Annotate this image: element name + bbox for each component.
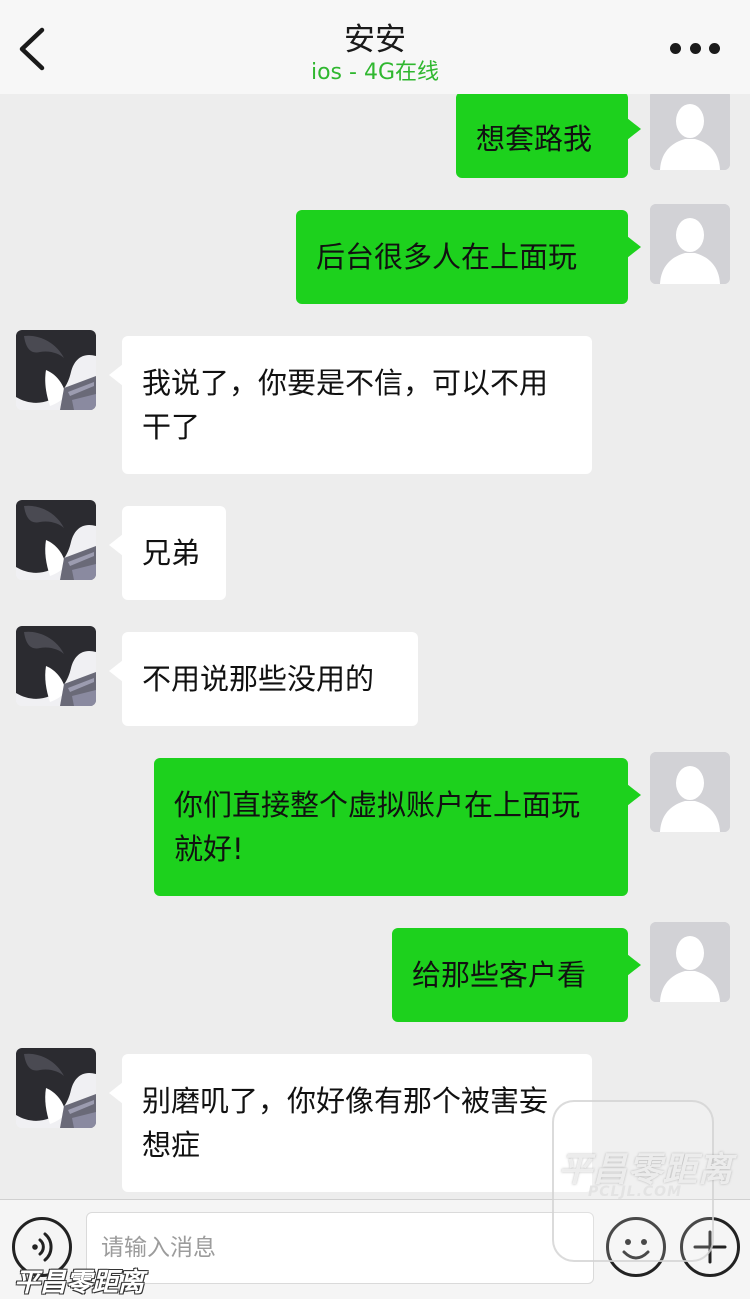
message-bubble[interactable]: 后台很多人在上面玩 <box>296 210 641 304</box>
user-avatar-icon[interactable] <box>650 204 730 284</box>
friend-avatar-icon[interactable] <box>16 500 96 580</box>
friend-avatar-icon[interactable] <box>16 330 96 410</box>
user-avatar-icon[interactable] <box>650 90 730 170</box>
message-bubble[interactable]: 不用说那些没用的 <box>109 632 418 726</box>
navigation-bar: 安安 ios - 4G在线 <box>0 0 750 94</box>
message-input[interactable] <box>86 1212 594 1284</box>
message-bubble[interactable]: 兄弟 <box>109 506 226 600</box>
watermark-text: 平昌零距离 <box>14 1268 145 1298</box>
message-bubble[interactable]: 给那些客户看 <box>392 928 641 1022</box>
friend-avatar-icon[interactable] <box>16 626 96 706</box>
message-bubble[interactable]: 我说了，你要是不信，可以不用干了 <box>109 336 592 474</box>
message-bubble[interactable]: 想套路我 <box>456 92 641 178</box>
user-avatar-icon[interactable] <box>650 752 730 832</box>
user-avatar-icon[interactable] <box>650 922 730 1002</box>
chat-title: 安安 <box>344 22 406 58</box>
watermark-url: PCLJL.COM <box>588 1184 683 1200</box>
online-status: ios - 4G在线 <box>310 60 439 85</box>
chat-area[interactable]: 想套路我 后台很多人在上面玩 我说了，你要是不信，可以不用干了 兄弟 不用说那些… <box>0 0 750 1199</box>
friend-avatar-icon[interactable] <box>16 1048 96 1128</box>
message-bubble[interactable]: 别磨叽了，你好像有那个被害妄想症 <box>109 1054 592 1192</box>
more-dots-icon[interactable] <box>670 40 720 56</box>
message-bubble[interactable]: 你们直接整个虚拟账户在上面玩就好! <box>154 758 641 896</box>
